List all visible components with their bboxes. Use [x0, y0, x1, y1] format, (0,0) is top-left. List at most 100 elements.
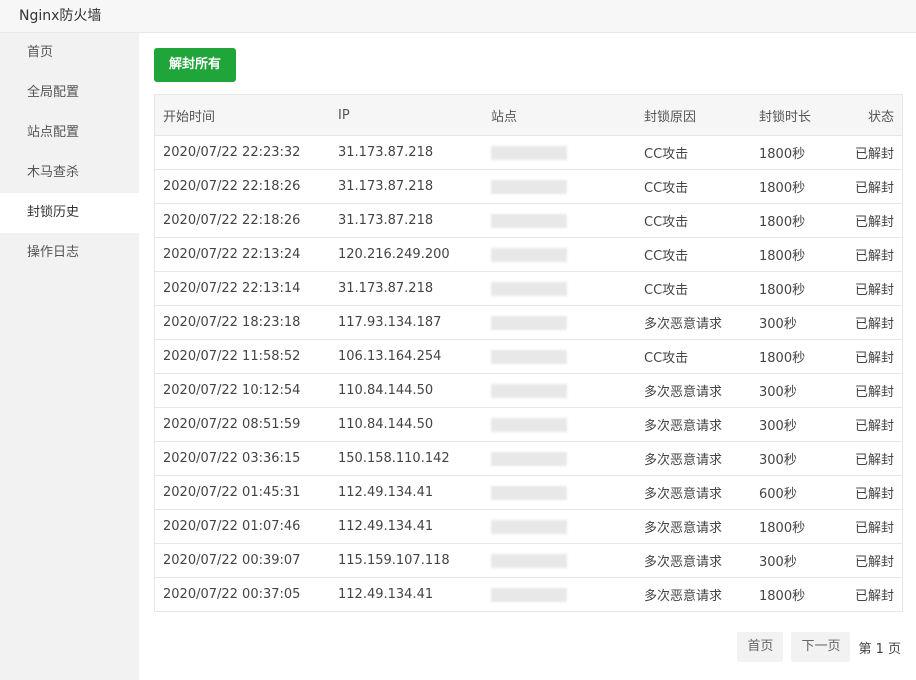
- cell-status: 已解封: [842, 373, 903, 408]
- cell-site-redacted: [483, 475, 636, 510]
- redacted-site-blur: [491, 519, 567, 534]
- cell-site-redacted: [483, 577, 636, 612]
- header-status: 状态: [842, 94, 903, 136]
- cell-start-time: 2020/07/22 22:13:14: [154, 271, 330, 306]
- table-row: 2020/07/22 22:23:32 31.173.87.218 CC攻击 1800…: [154, 135, 903, 170]
- cell-site-redacted: [483, 271, 636, 306]
- cell-status: 已解封: [842, 543, 903, 578]
- header-duration: 封锁时长: [751, 94, 842, 136]
- cell-ip: 110.84.144.50: [330, 407, 483, 442]
- cell-site-redacted: [483, 203, 636, 238]
- cell-reason: CC攻击: [636, 339, 751, 374]
- sidebar-item-block-history[interactable]: 封锁历史: [0, 193, 139, 233]
- cell-duration: 1800秒: [751, 509, 842, 544]
- cell-start-time: 2020/07/22 01:07:46: [154, 509, 330, 544]
- cell-duration: 1800秒: [751, 203, 842, 238]
- cell-reason: CC攻击: [636, 237, 751, 272]
- cell-duration: 1800秒: [751, 339, 842, 374]
- table-row: 2020/07/22 03:36:15 150.158.110.142 多次恶意请求…: [154, 441, 903, 476]
- table-row: 2020/07/22 00:37:05 112.49.134.41 多次恶意请求 18…: [154, 577, 903, 612]
- cell-ip: 31.173.87.218: [330, 135, 483, 170]
- cell-ip: 120.216.249.200: [330, 237, 483, 272]
- cell-status: 已解封: [842, 305, 903, 340]
- sidebar-item-global-config[interactable]: 全局配置: [0, 73, 139, 113]
- cell-site-redacted: [483, 407, 636, 442]
- cell-status: 已解封: [842, 237, 903, 272]
- cell-site-redacted: [483, 509, 636, 544]
- page-info: 第 1 页: [858, 641, 901, 657]
- cell-duration: 1800秒: [751, 135, 842, 170]
- cell-ip: 117.93.134.187: [330, 305, 483, 340]
- cell-site-redacted: [483, 169, 636, 204]
- cell-status: 已解封: [842, 169, 903, 204]
- cell-status: 已解封: [842, 577, 903, 612]
- cell-duration: 1800秒: [751, 169, 842, 204]
- sidebar-item-trojan-scan[interactable]: 木马查杀: [0, 153, 139, 193]
- cell-reason: CC攻击: [636, 135, 751, 170]
- unlock-all-button[interactable]: 解封所有: [154, 48, 236, 82]
- cell-reason: 多次恶意请求: [636, 577, 751, 612]
- cell-status: 已解封: [842, 407, 903, 442]
- cell-duration: 300秒: [751, 441, 842, 476]
- window-titlebar: Nginx防火墙: [0, 0, 916, 33]
- cell-ip: 31.173.87.218: [330, 271, 483, 306]
- cell-status: 已解封: [842, 203, 903, 238]
- cell-reason: 多次恶意请求: [636, 543, 751, 578]
- table-row: 2020/07/22 18:23:18 117.93.134.187 多次恶意请求 3…: [154, 305, 903, 340]
- main-content: 解封所有 开始时间 IP 站点 封锁原因 封锁时长 状态 2020/07/22 …: [139, 33, 916, 680]
- redacted-site-blur: [491, 281, 567, 296]
- cell-reason: 多次恶意请求: [636, 509, 751, 544]
- cell-site-redacted: [483, 339, 636, 374]
- redacted-site-blur: [491, 417, 567, 432]
- cell-duration: 300秒: [751, 543, 842, 578]
- header-site: 站点: [483, 94, 636, 136]
- cell-ip: 110.84.144.50: [330, 373, 483, 408]
- header-start-time: 开始时间: [154, 94, 330, 136]
- cell-site-redacted: [483, 543, 636, 578]
- cell-status: 已解封: [842, 509, 903, 544]
- cell-site-redacted: [483, 373, 636, 408]
- table-row: 2020/07/22 11:58:52 106.13.164.254 CC攻击 180…: [154, 339, 903, 374]
- cell-start-time: 2020/07/22 01:45:31: [154, 475, 330, 510]
- cell-reason: CC攻击: [636, 169, 751, 204]
- next-page-button[interactable]: 下一页: [791, 632, 851, 662]
- header-ip: IP: [330, 94, 483, 136]
- cell-ip: 112.49.134.41: [330, 475, 483, 510]
- cell-start-time: 2020/07/22 00:39:07: [154, 543, 330, 578]
- table-row: 2020/07/22 10:12:54 110.84.144.50 多次恶意请求 30…: [154, 373, 903, 408]
- cell-reason: 多次恶意请求: [636, 373, 751, 408]
- cell-status: 已解封: [842, 271, 903, 306]
- table-row: 2020/07/22 01:07:46 112.49.134.41 多次恶意请求 18…: [154, 509, 903, 544]
- redacted-site-blur: [491, 315, 567, 330]
- table-header-row: 开始时间 IP 站点 封锁原因 封锁时长 状态: [154, 94, 903, 136]
- redacted-site-blur: [491, 145, 567, 160]
- cell-start-time: 2020/07/22 22:23:32: [154, 135, 330, 170]
- table-row: 2020/07/22 22:13:24 120.216.249.200 CC攻击 18…: [154, 237, 903, 272]
- cell-ip: 112.49.134.41: [330, 577, 483, 612]
- cell-ip: 150.158.110.142: [330, 441, 483, 476]
- cell-duration: 1800秒: [751, 237, 842, 272]
- cell-ip: 31.173.87.218: [330, 203, 483, 238]
- table-row: 2020/07/22 08:51:59 110.84.144.50 多次恶意请求 30…: [154, 407, 903, 442]
- sidebar-item-operation-log[interactable]: 操作日志: [0, 233, 139, 273]
- block-history-table: 开始时间 IP 站点 封锁原因 封锁时长 状态 2020/07/22 22:23…: [154, 94, 903, 612]
- cell-start-time: 2020/07/22 22:18:26: [154, 169, 330, 204]
- cell-status: 已解封: [842, 135, 903, 170]
- sidebar-item-site-config[interactable]: 站点配置: [0, 113, 139, 153]
- cell-site-redacted: [483, 237, 636, 272]
- table-row: 2020/07/22 01:45:31 112.49.134.41 多次恶意请求 60…: [154, 475, 903, 510]
- cell-reason: 多次恶意请求: [636, 475, 751, 510]
- table-row: 2020/07/22 22:13:14 31.173.87.218 CC攻击 1800…: [154, 271, 903, 306]
- window-title: Nginx防火墙: [19, 8, 102, 24]
- cell-duration: 1800秒: [751, 271, 842, 306]
- cell-start-time: 2020/07/22 22:18:26: [154, 203, 330, 238]
- redacted-site-blur: [491, 213, 567, 228]
- first-page-button[interactable]: 首页: [737, 632, 784, 662]
- cell-status: 已解封: [842, 441, 903, 476]
- cell-start-time: 2020/07/22 03:36:15: [154, 441, 330, 476]
- cell-duration: 1800秒: [751, 577, 842, 612]
- cell-ip: 112.49.134.41: [330, 509, 483, 544]
- sidebar-item-home[interactable]: 首页: [0, 33, 139, 73]
- cell-site-redacted: [483, 135, 636, 170]
- cell-reason: 多次恶意请求: [636, 441, 751, 476]
